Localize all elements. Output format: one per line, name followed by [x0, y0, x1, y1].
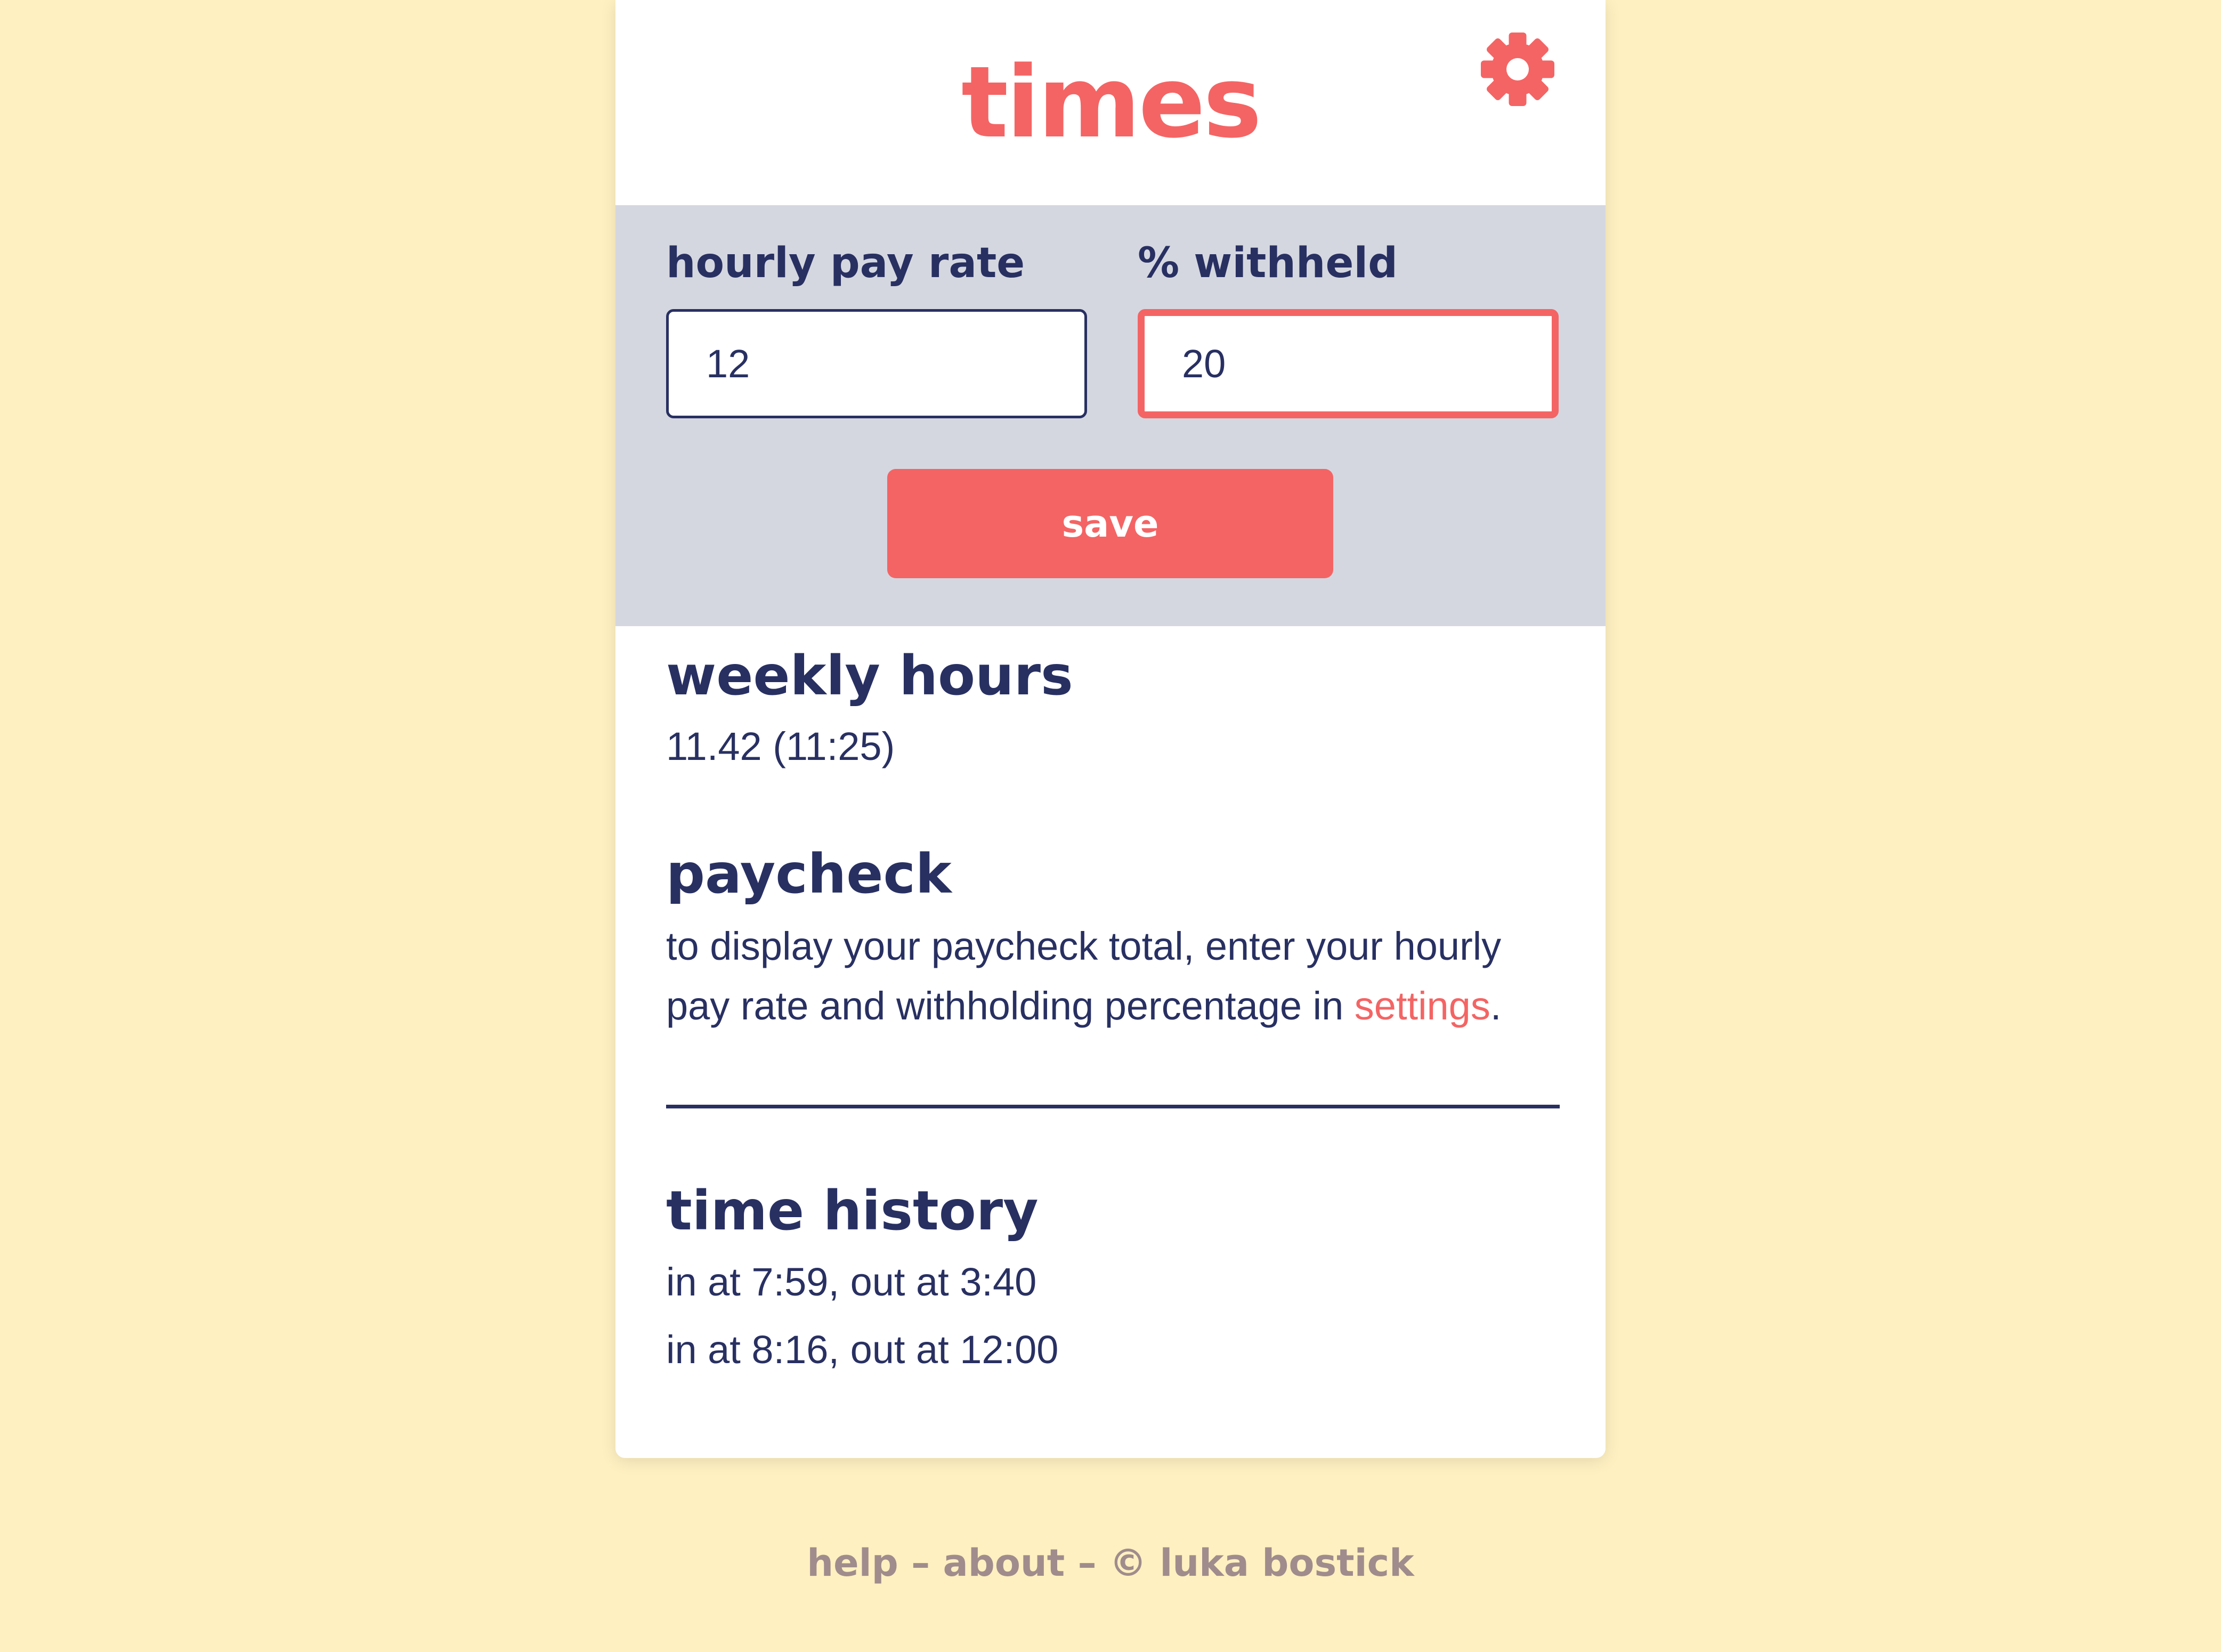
footer-separator: –: [898, 1541, 943, 1585]
weekly-hours-title: weekly hours: [666, 644, 1073, 708]
paycheck-title: paycheck: [666, 843, 952, 906]
paycheck-message: to display your paycheck total, enter yo…: [666, 917, 1572, 1036]
percent-withheld-input[interactable]: [1138, 309, 1559, 418]
gear-icon[interactable]: [1478, 29, 1558, 109]
app-card: times hourly pay rate % withheld save we…: [615, 0, 1606, 1458]
about-link[interactable]: about: [943, 1541, 1065, 1585]
time-history-entry: in at 8:16, out at 12:00: [666, 1327, 1059, 1372]
settings-link[interactable]: settings: [1355, 984, 1490, 1028]
help-link[interactable]: help: [807, 1541, 898, 1585]
footer: help – about – © luka bostick: [0, 1544, 2221, 1582]
footer-separator: –: [1065, 1541, 1109, 1585]
percent-withheld-label: % withheld: [1138, 239, 1398, 287]
time-history-entry: in at 7:59, out at 3:40: [666, 1260, 1037, 1304]
app-header: times: [615, 0, 1606, 205]
save-button[interactable]: save: [887, 469, 1333, 578]
app-title: times: [961, 45, 1262, 160]
copyright-text: © luka bostick: [1109, 1541, 1414, 1585]
weekly-hours-value: 11.42 (11:25): [666, 724, 895, 768]
settings-panel: hourly pay rate % withheld save: [615, 205, 1606, 626]
divider: [666, 1105, 1560, 1108]
hourly-pay-rate-label: hourly pay rate: [666, 239, 1025, 287]
hourly-pay-rate-input[interactable]: [666, 309, 1087, 418]
paycheck-message-end: .: [1490, 984, 1502, 1028]
time-history-title: time history: [666, 1179, 1039, 1243]
